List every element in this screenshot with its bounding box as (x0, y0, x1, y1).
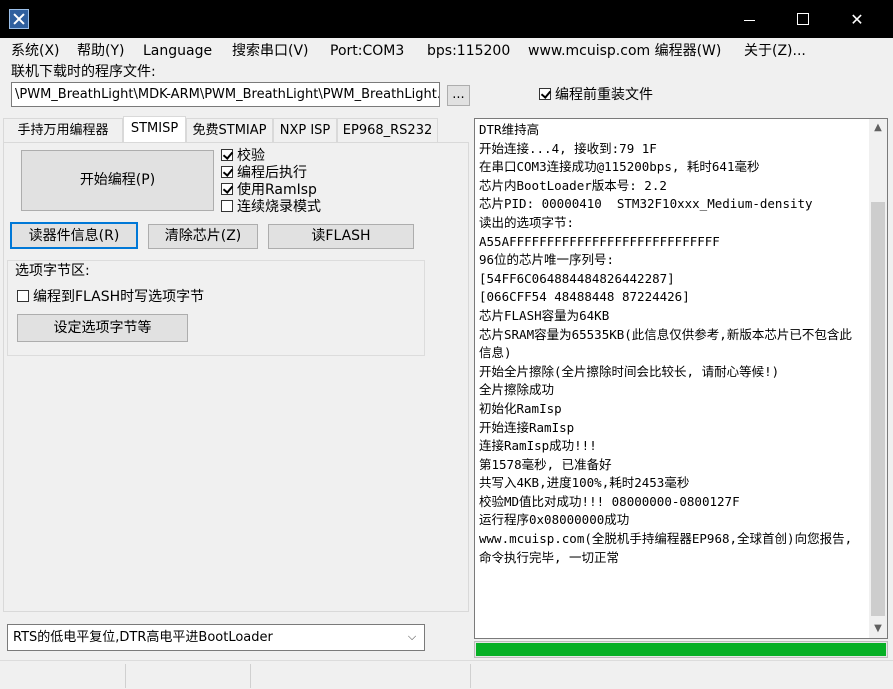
write-option-byte-checkbox[interactable]: 编程到FLASH时写选项字节 (17, 288, 204, 306)
menu-port[interactable]: Port:COM3 (330, 42, 404, 60)
continuous-burn-label: 连续烧录模式 (237, 199, 321, 215)
use-ramisp-label: 使用RamIsp (237, 182, 317, 198)
write-option-byte-label: 编程到FLASH时写选项字节 (33, 289, 205, 305)
use-ramisp-checkbox-box[interactable] (221, 183, 233, 195)
read-device-info-button[interactable]: 读器件信息(R) (10, 222, 138, 249)
menu-programmer[interactable]: www.mcuisp.com 编程器(W) (528, 42, 721, 60)
menu-language[interactable]: Language (143, 42, 212, 60)
verify-label: 校验 (237, 148, 265, 164)
program-file-input[interactable]: \PWM_BreathLight\MDK-ARM\PWM_BreathLight… (11, 82, 440, 107)
minimize-icon (743, 19, 755, 21)
run-after-checkbox-box[interactable] (221, 166, 233, 178)
progress-bar (474, 641, 888, 658)
status-bar (0, 660, 893, 689)
scroll-up-icon[interactable]: ▲ (869, 119, 887, 136)
use-ramisp-checkbox[interactable]: 使用RamIsp (221, 182, 317, 199)
run-after-label: 编程后执行 (237, 165, 307, 181)
app-icon (9, 9, 29, 29)
scroll-down-icon[interactable]: ▼ (869, 620, 887, 637)
tab-handheld-programmer[interactable]: 手持万用编程器 (3, 118, 123, 142)
reload-file-checkbox[interactable]: 编程前重装文件 (539, 86, 653, 104)
menu-help[interactable]: 帮助(Y) (77, 42, 124, 60)
maximize-button[interactable] (776, 0, 830, 38)
set-option-bytes-button[interactable]: 设定选项字节等 (17, 314, 188, 342)
tab-stmisp[interactable]: STMISP (123, 116, 186, 142)
verify-checkbox-box[interactable] (221, 149, 233, 161)
log-text: DTR维持高 开始连接...4, 接收到:79 1F 在串口COM3连接成功@1… (479, 122, 853, 565)
minimize-button[interactable] (722, 0, 776, 38)
continuous-burn-checkbox[interactable]: 连续烧录模式 (221, 199, 321, 216)
program-file-label: 联机下载时的程序文件: (11, 64, 156, 80)
progress-bar-fill (476, 643, 886, 656)
status-pane-divider (250, 664, 251, 688)
window-title: FlyMcu V0.188--单片机在线编程专家--www.mcuisp.com (38, 10, 436, 28)
maximize-icon (797, 13, 809, 25)
status-pane-divider (125, 664, 126, 688)
erase-chip-button[interactable]: 清除芯片(Z) (148, 224, 258, 249)
tab-free-stmiap[interactable]: 免费STMIAP (186, 118, 273, 142)
scrollbar-thumb[interactable] (871, 202, 885, 616)
reload-checkbox-box[interactable] (539, 88, 551, 100)
verify-checkbox[interactable]: 校验 (221, 148, 265, 165)
chevron-down-icon[interactable]: ⌵ (405, 631, 419, 643)
menu-search-port[interactable]: 搜索串口(V) (232, 42, 309, 60)
boot-mode-select[interactable]: RTS的低电平复位,DTR高电平进BootLoader (7, 624, 425, 651)
menu-system[interactable]: 系统(X) (11, 42, 60, 60)
reload-checkbox-label: 编程前重装文件 (555, 87, 653, 103)
browse-file-button[interactable]: ... (447, 85, 470, 106)
run-after-program-checkbox[interactable]: 编程后执行 (221, 165, 307, 182)
continuous-burn-checkbox-box[interactable] (221, 200, 233, 212)
status-pane-divider (470, 664, 471, 688)
programming-options: 校验 编程后执行 使用RamIsp 连续烧录模式 (221, 148, 416, 218)
menu-about[interactable]: 关于(Z)... (744, 42, 806, 60)
close-button[interactable]: ✕ (830, 0, 884, 38)
close-icon: ✕ (850, 9, 864, 29)
tab-ep968-rs232[interactable]: EP968_RS232 (337, 118, 438, 142)
write-option-byte-checkbox-box[interactable] (17, 290, 29, 302)
menu-baud-rate[interactable]: bps:115200 (427, 42, 510, 60)
tab-nxp-isp[interactable]: NXP ISP (273, 118, 337, 142)
start-programming-button[interactable]: 开始编程(P) (21, 150, 214, 211)
option-byte-group-title: 选项字节区: (15, 262, 92, 280)
read-flash-button[interactable]: 读FLASH (268, 224, 414, 249)
